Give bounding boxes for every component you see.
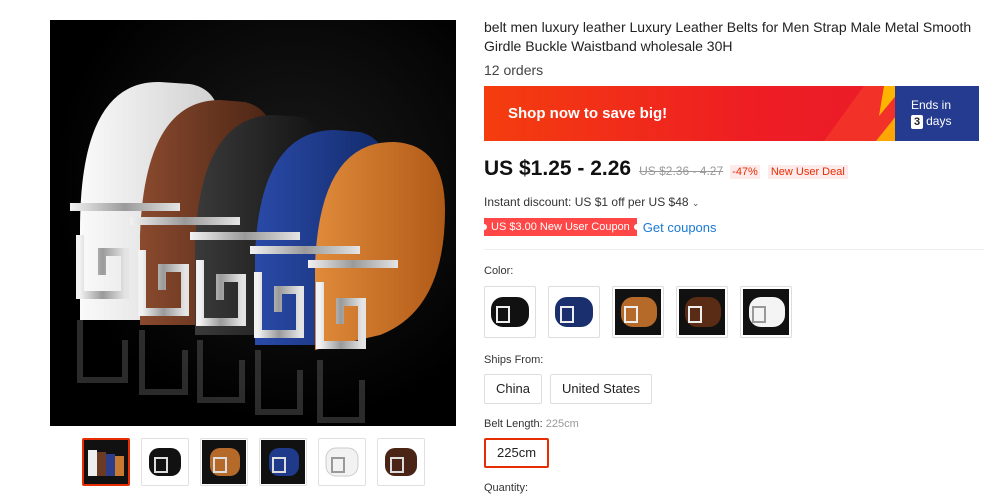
thumb-brown-belt[interactable] [200, 438, 248, 486]
color-option-brown[interactable] [612, 286, 664, 338]
orders-count: 12 orders [484, 62, 544, 78]
darkbrown-belt-swatch-image [679, 289, 725, 335]
belt-length-225cm[interactable]: 225cm [484, 438, 550, 468]
black-belt-thumb-image [149, 448, 181, 476]
belt-set-thumb-image [84, 440, 128, 484]
main-product-image[interactable] [50, 20, 456, 426]
divider [484, 249, 984, 250]
ships-from-label: Ships From: [484, 354, 544, 366]
get-coupons-link[interactable]: Get coupons [643, 220, 717, 235]
thumb-belt-set[interactable] [82, 438, 130, 486]
current-price: US $1.25 - 2.26 [484, 157, 632, 180]
brown-belt-swatch-image [615, 289, 661, 335]
belt-length-selected: 225cm [545, 418, 579, 430]
black-belt-swatch-image [491, 297, 529, 327]
product-info: belt men luxury leather Luxury Leather B… [484, 18, 984, 78]
thumb-white-belt[interactable] [318, 438, 366, 486]
thumb-black-belt[interactable] [141, 438, 189, 486]
ships-from-united-states[interactable]: United States [549, 374, 653, 404]
days-count: 3 [911, 115, 924, 129]
days-label: days [926, 114, 952, 128]
darkbrown-belt-thumb-image [385, 448, 417, 476]
promo-banner[interactable]: Shop now to save big! Ends in 3 days [484, 86, 979, 141]
ships-from-china[interactable]: China [484, 374, 542, 404]
belt-length-options: 225cm [484, 438, 550, 468]
color-option-black[interactable] [484, 286, 536, 338]
new-user-coupon[interactable]: US $3.00 New User Coupon [481, 218, 640, 236]
color-options [484, 286, 792, 338]
white-belt-swatch-image [743, 289, 789, 335]
quantity-label: Quantity: [484, 482, 529, 494]
thumbnail-strip [82, 438, 425, 486]
new-user-deal-badge: New User Deal [767, 165, 848, 179]
chevron-down-icon: ⌄ [691, 198, 700, 208]
countdown: Ends in 3 days [895, 86, 979, 141]
thumb-darkbrown-belt[interactable] [377, 438, 425, 486]
original-price: US $2.36 - 4.27 [639, 164, 724, 178]
color-option-dark-brown[interactable] [676, 286, 728, 338]
discount-badge: -47% [730, 165, 760, 179]
color-option-blue[interactable] [548, 286, 600, 338]
ends-in-label: Ends in [911, 98, 952, 112]
color-label: Color: [484, 265, 514, 277]
belt-length-label-text: Belt Length: [484, 418, 543, 430]
coupon-row: US $3.00 New User Coupon Get coupons [481, 218, 717, 236]
blue-belt-thumb-image [261, 440, 305, 484]
price-row: US $1.25 - 2.26 US $2.36 - 4.27 -47% New… [484, 157, 848, 181]
instant-discount[interactable]: Instant discount: US $1 off per US $48 ⌄ [484, 195, 699, 209]
white-belt-thumb-image [325, 447, 359, 477]
ships-from-options: China United States [484, 374, 653, 404]
product-title: belt men luxury leather Luxury Leather B… [484, 19, 972, 54]
belt-length-label: Belt Length: 225cm [484, 418, 579, 430]
blue-belt-swatch-image [555, 297, 593, 327]
thumb-blue-belt[interactable] [259, 438, 307, 486]
brown-belt-thumb-image [202, 440, 246, 484]
instant-discount-text: Instant discount: US $1 off per US $48 [484, 195, 689, 209]
color-option-white[interactable] [740, 286, 792, 338]
banner-text: Shop now to save big! [508, 105, 668, 122]
belt-set-illustration [70, 81, 445, 423]
